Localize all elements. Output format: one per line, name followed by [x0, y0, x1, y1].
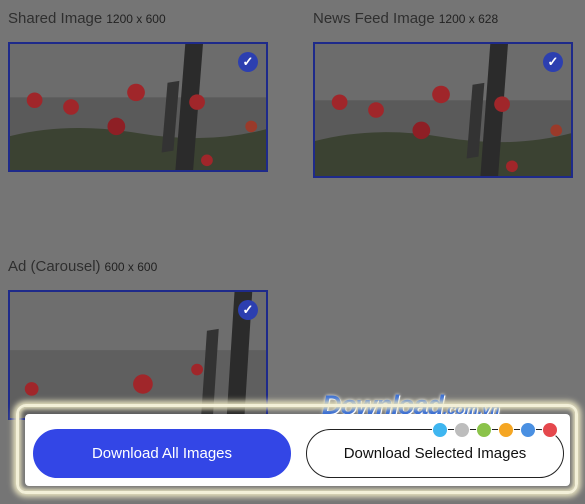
color-dot [520, 422, 536, 438]
news-feed-image-thumbnail[interactable] [313, 42, 573, 178]
card-dimensions: 1200 x 600 [106, 12, 166, 26]
card-dimensions: 1200 x 628 [438, 12, 499, 26]
color-dot [498, 422, 514, 438]
card-title-news-feed-image: News Feed Image 1200 x 628 [313, 10, 498, 27]
card-title-text: Ad (Carousel) [8, 258, 101, 275]
card-dimensions: 600 x 600 [104, 260, 158, 274]
download-all-images-button[interactable]: Download All Images [33, 429, 291, 478]
check-icon[interactable]: ✓ [543, 52, 563, 72]
shared-image-thumbnail[interactable] [8, 42, 268, 172]
ad-carousel-thumbnail[interactable] [8, 290, 268, 420]
check-icon[interactable]: ✓ [238, 300, 258, 320]
poppy-photo [315, 44, 571, 176]
watermark-color-dots [432, 422, 558, 438]
card-title-text: Shared Image [8, 10, 103, 27]
poppy-photo [10, 44, 266, 170]
color-dot [454, 422, 470, 438]
card-title-text: News Feed Image [313, 10, 435, 27]
color-dot [542, 422, 558, 438]
color-dot [476, 422, 492, 438]
poppy-photo [10, 292, 266, 418]
card-title-shared-image: Shared Image 1200 x 600 [8, 10, 166, 27]
card-title-ad-carousel: Ad (Carousel) 600 x 600 [8, 258, 157, 275]
color-dot [432, 422, 448, 438]
check-icon[interactable]: ✓ [238, 52, 258, 72]
